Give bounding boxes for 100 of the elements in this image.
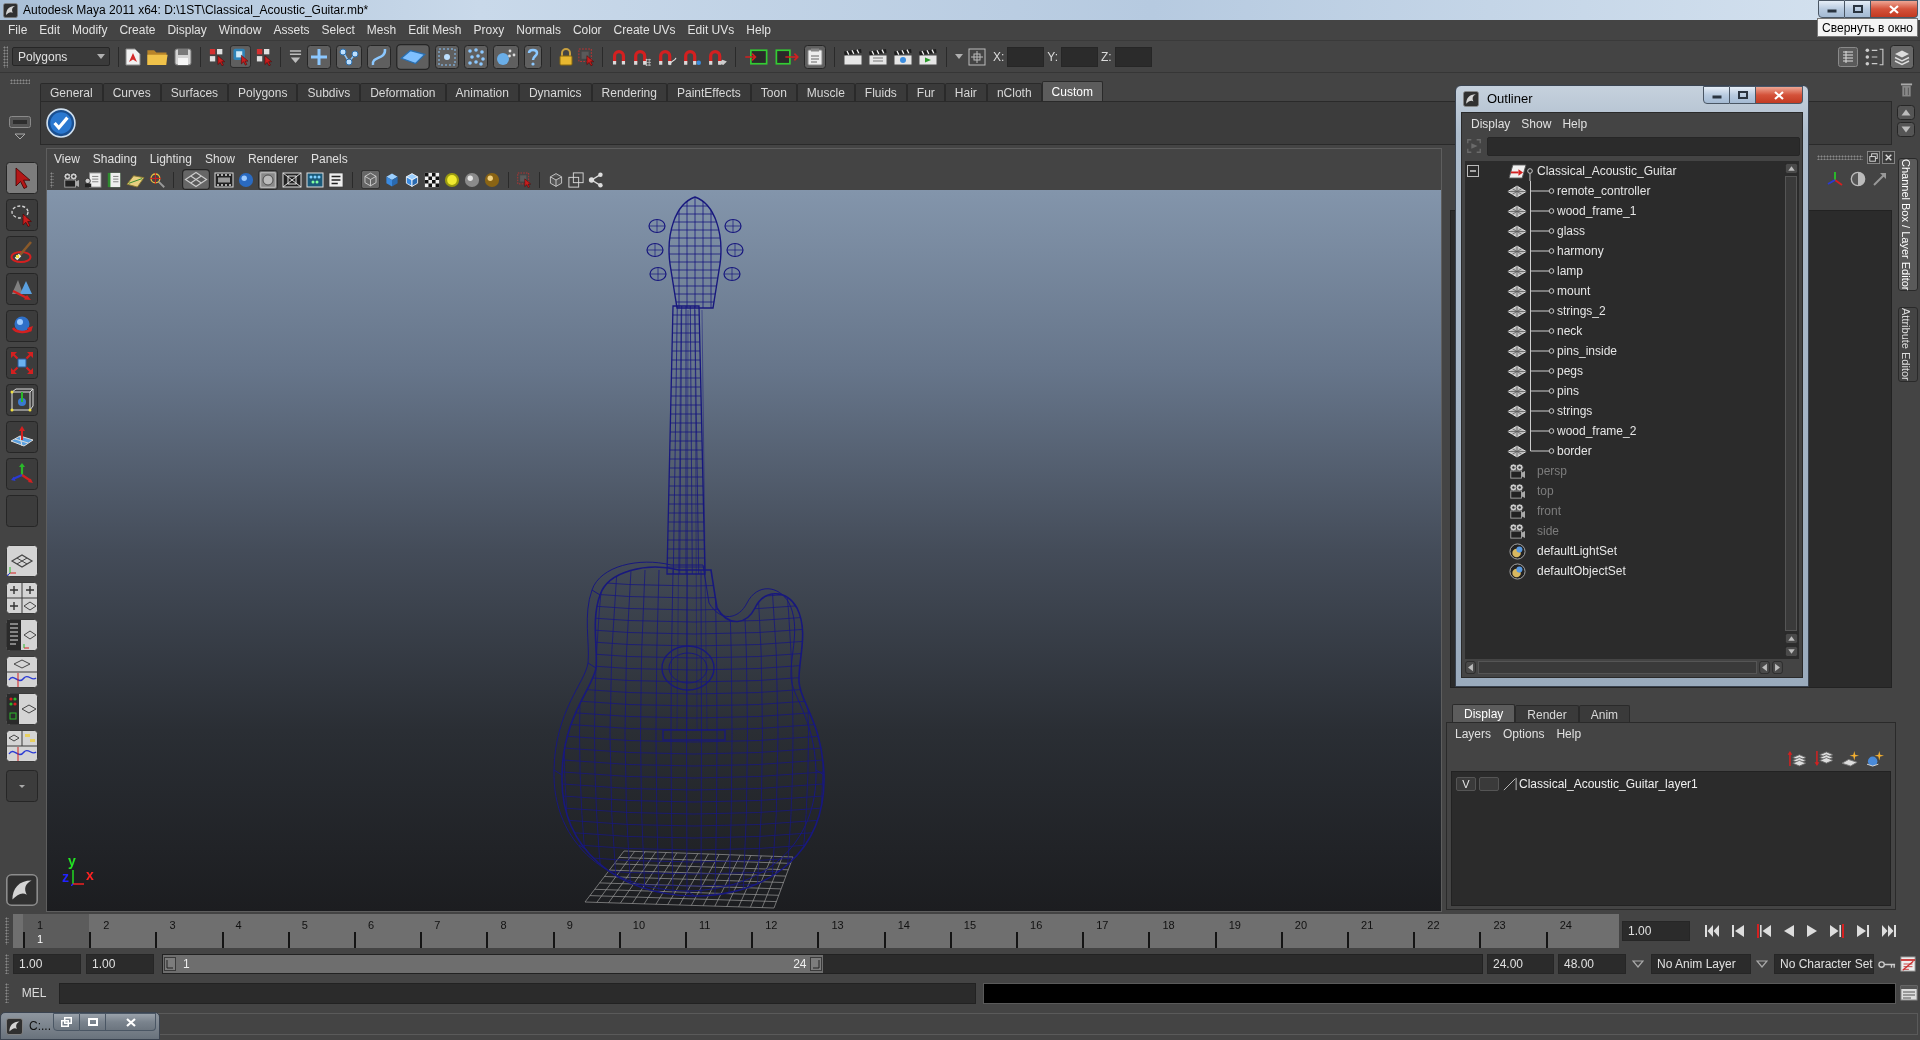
axes-icon[interactable]	[6, 458, 38, 490]
shelf-tab[interactable]: Curves	[102, 83, 161, 101]
tree-item[interactable]: strings_2	[1465, 301, 1783, 321]
circle-square-icon[interactable]	[258, 169, 278, 190]
crosshair-box-icon[interactable]	[968, 47, 986, 66]
scrollbar[interactable]	[1785, 176, 1797, 631]
cube-icon[interactable]	[404, 171, 420, 188]
sphere-icon[interactable]	[444, 171, 460, 188]
shelf-tab[interactable]: Deformation	[360, 83, 446, 101]
clipboard-icon[interactable]	[804, 44, 826, 69]
tile-icon[interactable]	[396, 43, 430, 70]
range-bar[interactable]: 1 24	[163, 955, 823, 973]
menu-item[interactable]: Assets	[273, 21, 310, 39]
tree-item[interactable]: remote_controller	[1465, 181, 1783, 201]
tree-item[interactable]: Classical_Acoustic_Guitar	[1465, 161, 1783, 181]
end-time-field[interactable]: 48.00	[1558, 954, 1626, 974]
perspective-layout-icon[interactable]	[6, 545, 38, 577]
key-icon[interactable]	[1878, 959, 1896, 969]
tree-item[interactable]: neck	[1465, 321, 1783, 341]
tree-item[interactable]: defaultObjectSet	[1465, 561, 1783, 581]
layer-stack-icon[interactable]	[1890, 44, 1914, 69]
sparkle-sphere-icon[interactable]	[1866, 749, 1885, 767]
squares-cursor-icon[interactable]	[256, 47, 272, 66]
shelf-tab[interactable]: Hair	[944, 83, 987, 101]
graph-pane-layout-icon[interactable]	[6, 656, 38, 688]
sparkle-plane-icon[interactable]	[1841, 749, 1860, 767]
diagonal-arrow-icon[interactable]	[1872, 171, 1888, 187]
minimize-button[interactable]	[53, 1013, 80, 1031]
tree-item[interactable]: side	[1465, 521, 1783, 541]
box-arrow-icon[interactable]	[774, 47, 799, 66]
tree-item[interactable]: mount	[1465, 281, 1783, 301]
cube-icon[interactable]	[384, 171, 400, 188]
down-arrow-icon[interactable]	[1784, 646, 1798, 657]
menu-item[interactable]: Help	[1562, 115, 1588, 133]
checkmark-icon[interactable]	[46, 108, 76, 138]
menu-item[interactable]: Display	[167, 21, 207, 39]
sphere-icon[interactable]	[484, 171, 500, 188]
minimize-icon[interactable]	[1711, 95, 1722, 99]
multi-pane-layout-icon[interactable]	[6, 730, 38, 762]
anim-layer-field[interactable]: No Anim Layer	[1651, 954, 1751, 974]
clapperboard-icon[interactable]	[893, 47, 913, 66]
step-back-icon[interactable]	[1731, 924, 1745, 938]
command-input-field[interactable]	[59, 982, 976, 1004]
side-tab[interactable]: Attribute Editor	[1898, 307, 1918, 383]
save-icon[interactable]	[174, 47, 192, 66]
menu-item[interactable]: Normals	[516, 21, 561, 39]
range-handle-icon[interactable]	[164, 957, 176, 971]
box-arrow-icon[interactable]	[744, 47, 769, 66]
wireframe-cube-icon[interactable]	[361, 170, 380, 189]
shelf-tab[interactable]: Fluids	[854, 83, 907, 101]
collapse-icon[interactable]	[1467, 165, 1479, 177]
sphere-dots-icon[interactable]	[493, 44, 519, 69]
time-slider[interactable]: 1 1 2 3 4 5 6 7 8 9 10 11 12 13 14 15 16 17 18 19 20 21 22 23 24	[13, 914, 1619, 948]
grip-handle[interactable]	[5, 983, 9, 1003]
menu-item[interactable]: Mesh	[366, 21, 397, 39]
menu-item[interactable]: Edit Mesh	[408, 21, 462, 39]
cage-icon[interactable]	[6, 384, 38, 416]
grid-icon[interactable]	[182, 169, 210, 190]
grip-handle[interactable]	[3, 45, 8, 68]
axes-icon[interactable]	[1826, 170, 1844, 188]
maximize-button[interactable]	[1845, 0, 1871, 18]
trash-icon[interactable]	[1899, 82, 1913, 97]
minimized-window[interactable]: C:...	[0, 1012, 160, 1040]
layer-editor-tab[interactable]: Anim	[1578, 705, 1631, 722]
shelf-tab[interactable]: General	[40, 83, 103, 101]
table-icon[interactable]	[1838, 46, 1858, 67]
coordinate-field[interactable]	[1114, 46, 1152, 67]
dots-pane-layout-icon[interactable]	[6, 693, 38, 725]
maximize-icon[interactable]	[1737, 91, 1748, 99]
menu-item[interactable]: Shading	[92, 150, 137, 168]
close-icon[interactable]	[1882, 150, 1895, 164]
magnet-icon[interactable]	[632, 47, 652, 66]
checker-icon[interactable]	[424, 171, 440, 188]
close-button[interactable]	[1871, 0, 1918, 18]
play-icon[interactable]	[1806, 924, 1818, 938]
menu-item[interactable]: Show	[1521, 115, 1552, 133]
stack-arrow-icon[interactable]	[1814, 749, 1835, 767]
sphere-rotate-icon[interactable]	[6, 310, 38, 342]
playback-end-field[interactable]: 24.00	[1487, 954, 1554, 974]
filter-field[interactable]	[1487, 136, 1800, 156]
current-time-field[interactable]: 1.00	[1622, 921, 1690, 941]
menu-item[interactable]: Color	[572, 21, 602, 39]
book-icon[interactable]	[106, 171, 122, 188]
tree-item[interactable]: pins_inside	[1465, 341, 1783, 361]
up-arrow-icon[interactable]	[1784, 163, 1798, 174]
close-button[interactable]	[106, 1013, 156, 1031]
plus-icon[interactable]	[307, 44, 331, 69]
shelf-tab[interactable]: Surfaces	[160, 83, 229, 101]
lines-icon[interactable]	[289, 49, 302, 64]
folder-icon[interactable]	[146, 47, 169, 66]
tree-item[interactable]: pins	[1465, 381, 1783, 401]
tray-icon[interactable]	[9, 116, 31, 128]
shelf-tab[interactable]: Subdivs	[297, 83, 361, 101]
lock-icon[interactable]	[559, 47, 573, 66]
cursor-icon[interactable]	[6, 162, 38, 194]
close-button[interactable]	[1756, 86, 1803, 104]
shelf-tab[interactable]: nCloth	[986, 83, 1042, 101]
maximize-button[interactable]	[80, 1013, 106, 1031]
shelf-tab[interactable]: Dynamics	[518, 83, 592, 101]
tree-item[interactable]: lamp	[1465, 261, 1783, 281]
